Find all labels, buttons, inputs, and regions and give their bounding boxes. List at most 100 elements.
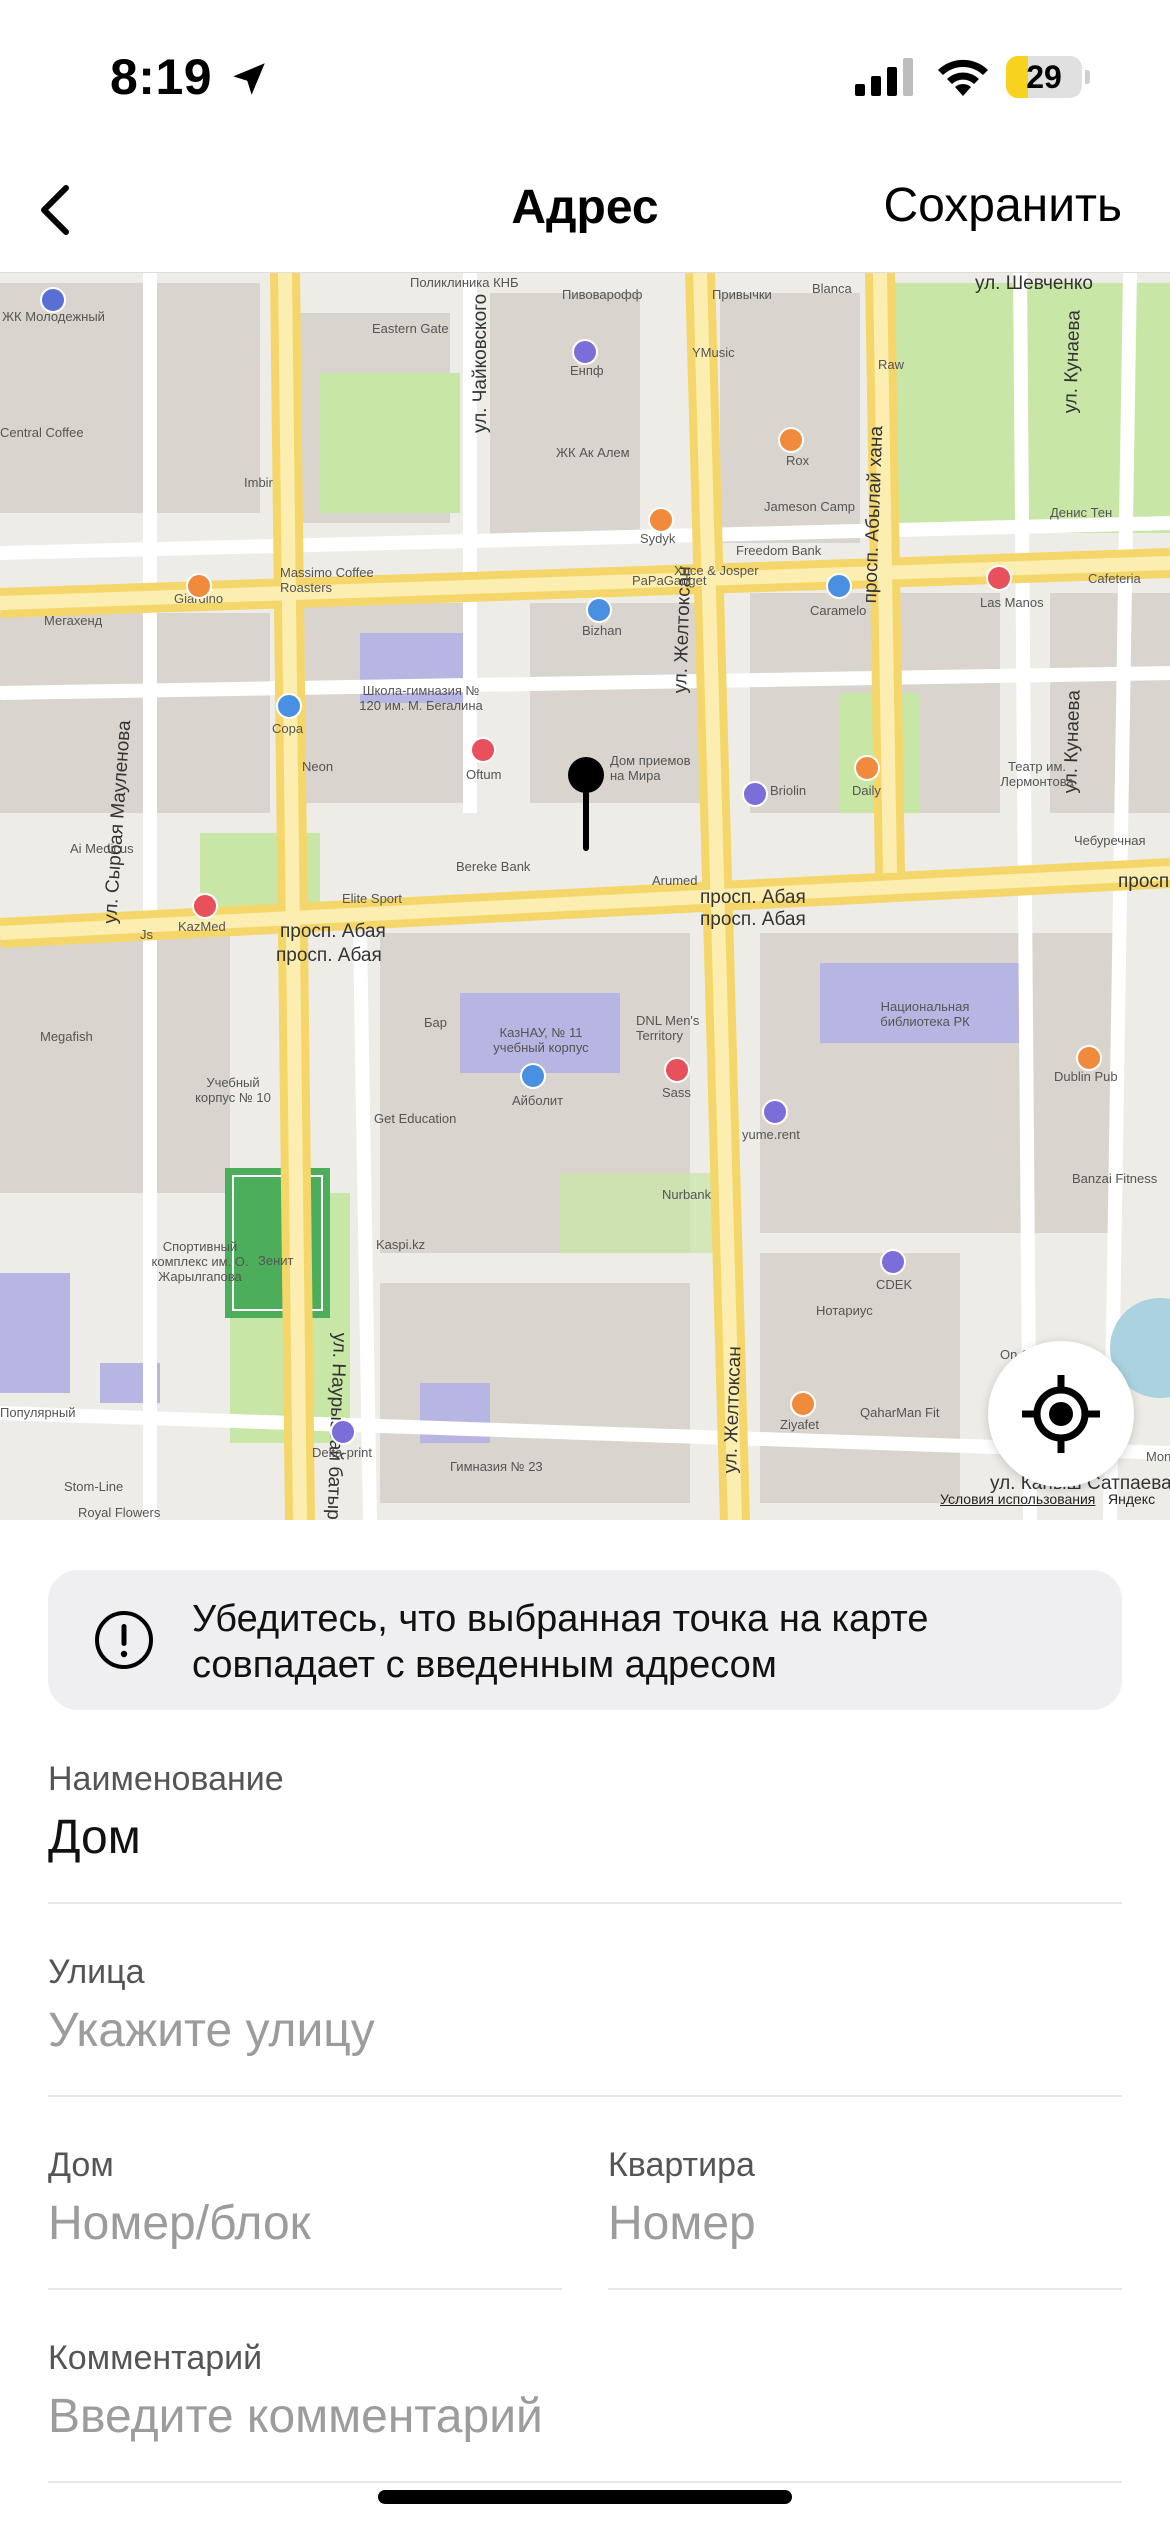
poi-label: Национальная библиотека РК — [880, 999, 970, 1029]
street-field: Улица — [48, 1953, 1122, 2097]
street-label: просп. Абая — [700, 887, 806, 908]
poi-marker[interactable] — [762, 1099, 788, 1125]
poi-label: Учебный корпус № 10 — [195, 1075, 271, 1105]
status-bar: 8:19 29 — [0, 0, 1170, 150]
home-indicator — [378, 2490, 792, 2504]
poi-label: Енпф — [570, 363, 604, 378]
poi-marker[interactable] — [520, 1063, 546, 1089]
locate-button[interactable] — [988, 1341, 1134, 1487]
poi-marker[interactable] — [586, 597, 612, 623]
signal-icon — [855, 58, 913, 96]
chevron-left-icon — [41, 185, 69, 235]
poi-label: Dublin Pub — [1054, 1069, 1118, 1084]
poi-marker[interactable] — [470, 737, 496, 763]
poi-label: Delta-print — [312, 1445, 372, 1460]
poi-label: Бар — [424, 1015, 447, 1030]
poi-marker[interactable] — [40, 287, 66, 313]
poi-label: Театр им. Лермонтова — [1000, 759, 1074, 789]
poi-marker[interactable] — [186, 573, 212, 599]
apartment-input[interactable] — [608, 2196, 1122, 2251]
poi-marker[interactable] — [778, 427, 804, 453]
poi-label: Привычки — [712, 287, 772, 302]
poi-marker[interactable] — [742, 781, 768, 807]
poi-label: Rox — [786, 453, 810, 468]
poi-marker[interactable] — [826, 573, 852, 599]
comment-input[interactable] — [48, 2389, 1122, 2444]
poi-label: Нотариус — [816, 1303, 873, 1318]
map-view[interactable]: ул. Шевченко ул. Чайковского ул. Желтокс… — [0, 272, 1170, 1520]
poi-marker[interactable] — [572, 339, 598, 365]
poi-marker[interactable] — [790, 1391, 816, 1417]
poi-label: Nurbank — [662, 1187, 712, 1202]
poi-label: CDEK — [876, 1277, 913, 1292]
poi-label: Денис Тен — [1050, 505, 1113, 520]
poi-marker[interactable] — [192, 893, 218, 919]
battery-icon: 29 — [1006, 56, 1090, 98]
poi-label: Massimo Coffee Roasters — [280, 565, 374, 595]
poi-label: Arumed — [652, 873, 698, 888]
poi-label: Megafish — [40, 1029, 93, 1044]
poi-label: Ziyafet — [780, 1417, 820, 1432]
poi-marker[interactable] — [986, 565, 1012, 591]
poi-label: Sydyk — [640, 531, 676, 546]
poi-label: Elite Sport — [342, 891, 402, 906]
poi-marker[interactable] — [664, 1057, 690, 1083]
poi-label: Jameson Camp — [764, 499, 856, 514]
poi-label: Зенит — [258, 1253, 294, 1268]
poi-marker[interactable] — [1076, 1045, 1102, 1071]
info-banner: Убедитесь, что выбранная точка на карте … — [48, 1570, 1122, 1710]
poi-label: Blanca — [812, 281, 852, 296]
poi-label: KazMed — [178, 919, 226, 934]
poi-label: Спортивный комплекс им. О. Жарылгапова — [151, 1239, 249, 1284]
save-button[interactable]: Сохранить — [883, 178, 1122, 233]
street-label: просп. Абая — [276, 945, 382, 966]
poi-marker[interactable] — [854, 755, 880, 781]
street-label: просп. Абая — [700, 909, 806, 930]
comment-label: Комментарий — [48, 2339, 263, 2377]
poi-marker[interactable] — [276, 693, 302, 719]
name-input[interactable] — [48, 1810, 1122, 1865]
poi-label: QaharMan Fit — [860, 1405, 940, 1420]
poi-label: Гимназия № 23 — [450, 1459, 543, 1474]
exclamation-circle-icon — [95, 1611, 153, 1669]
poi-label: Mons — [1146, 1449, 1170, 1464]
poi-label: КазНАУ, № 11 учебный корпус — [493, 1025, 589, 1055]
poi-label: Пивоварофф — [562, 287, 643, 302]
info-text: Убедитесь, что выбранная точка на карте … — [192, 1598, 929, 1686]
street-label: ул. Чайковского — [470, 293, 491, 433]
poi-label: DNL Men's Territory — [636, 1013, 700, 1043]
street-input[interactable] — [48, 2003, 1122, 2058]
map-base — [0, 273, 1170, 1520]
apartment-label: Квартира — [608, 2146, 755, 2184]
poi-label: Js — [140, 927, 153, 942]
status-time: 8:19 — [110, 49, 213, 105]
street-label: ул. Желтоксан — [720, 1345, 746, 1474]
poi-label: Banzai Fitness — [1072, 1171, 1158, 1186]
street-label: ул. Шевченко — [975, 273, 1093, 294]
poi-marker[interactable] — [880, 1249, 906, 1275]
poi-label: Bizhan — [582, 623, 622, 638]
poi-marker[interactable] — [330, 1419, 356, 1445]
poi-label: Freedom Bank — [736, 543, 822, 558]
poi-label: PaPaGadget — [632, 573, 707, 588]
house-input[interactable] — [48, 2196, 562, 2251]
poi-label: Imbir — [244, 475, 273, 490]
back-button[interactable] — [20, 170, 100, 250]
wifi-icon — [938, 59, 988, 96]
map-brand: Яндекс — [1108, 1491, 1156, 1507]
street-label: просп. Абая — [1118, 871, 1170, 892]
street-label: Улица — [48, 1953, 145, 1991]
poi-label: Sass — [662, 1085, 691, 1100]
poi-label: Daily — [852, 783, 881, 798]
poi-label: Чебуречная — [1074, 833, 1146, 848]
house-field: Дом — [48, 2146, 562, 2290]
poi-marker[interactable] — [648, 507, 674, 533]
poi-label: Get Education — [374, 1111, 457, 1126]
poi-label: Las Manos — [980, 595, 1044, 610]
poi-label: Stom-Line — [64, 1479, 124, 1494]
map-terms-link[interactable]: Условия использования — [940, 1491, 1095, 1507]
poi-label: Айболит — [512, 1093, 564, 1108]
map-pin-icon[interactable] — [566, 755, 606, 855]
comment-field: Комментарий — [48, 2339, 1122, 2483]
name-field: Наименование — [48, 1760, 1122, 1904]
